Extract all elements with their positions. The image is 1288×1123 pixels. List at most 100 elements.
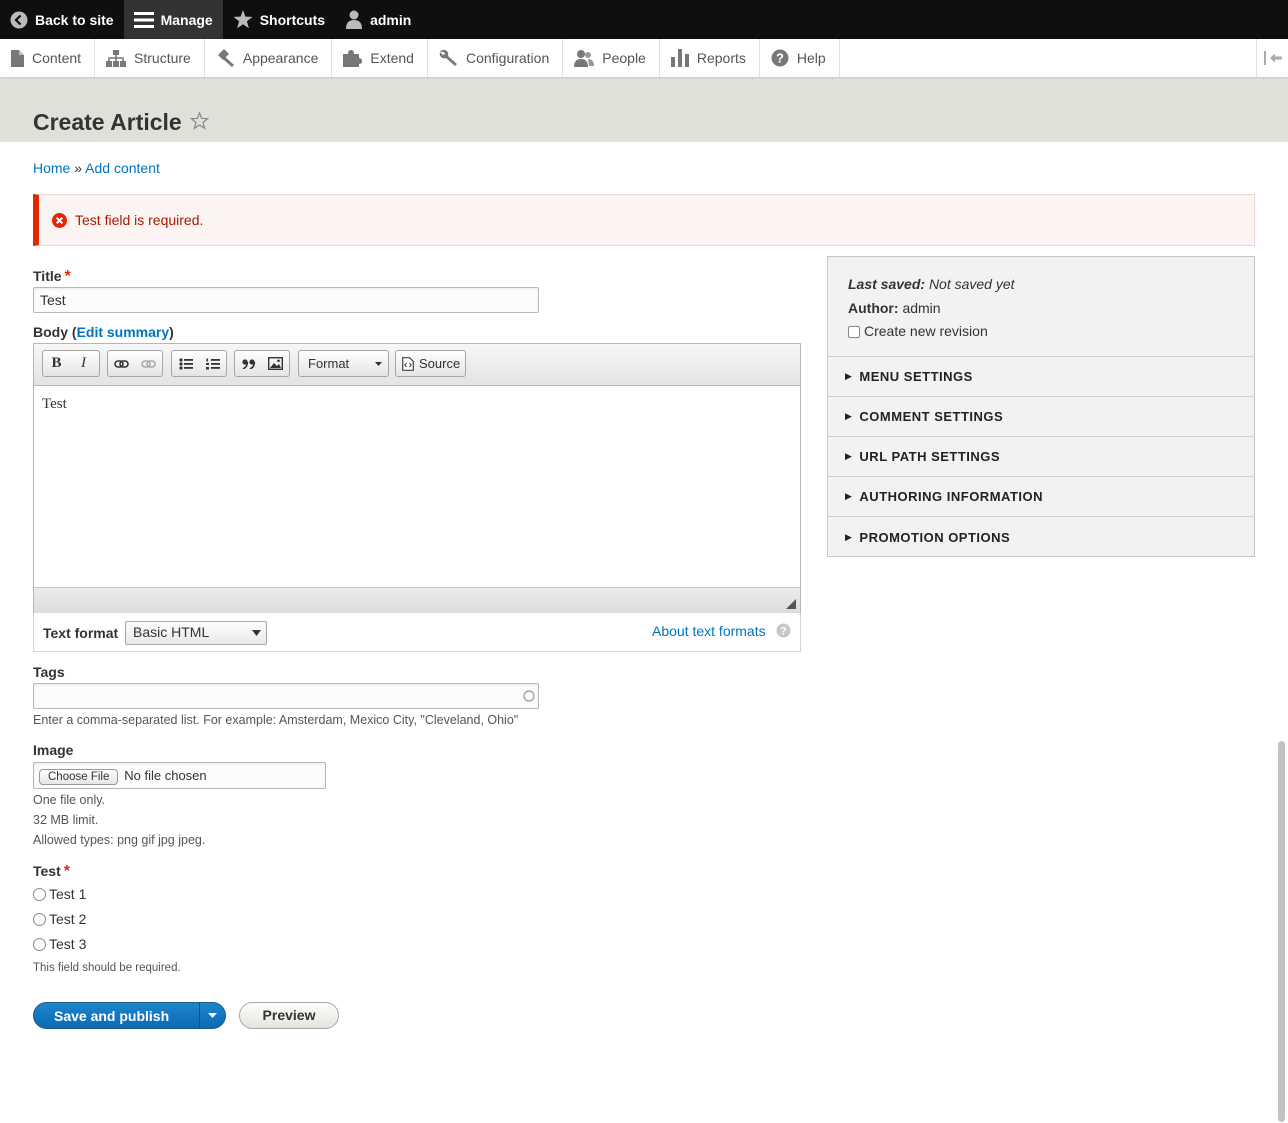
authoring-information-section[interactable]: ▶ AUTHORING INFORMATION: [828, 477, 1254, 517]
image-label: Image: [33, 742, 74, 758]
radio-option-test-2[interactable]: Test 2: [33, 911, 86, 927]
page-title: Create Article: [33, 109, 182, 135]
caret-down-icon: [208, 1013, 217, 1018]
format-dropdown[interactable]: Format: [298, 350, 389, 377]
title-label: Title *: [33, 268, 71, 286]
editor-content[interactable]: Test: [42, 396, 67, 413]
tray-item-reports[interactable]: Reports: [660, 39, 760, 77]
tray-item-label: Appearance: [242, 50, 319, 66]
image-description-types: Allowed types: png gif jpg jpeg.: [33, 833, 206, 847]
manage-tab[interactable]: Manage: [123, 0, 223, 39]
tags-input[interactable]: [33, 683, 539, 709]
image-icon: [268, 357, 283, 370]
shortcut-star-icon[interactable]: [190, 112, 209, 130]
radio-button[interactable]: [33, 887, 46, 901]
blockquote-button[interactable]: [235, 351, 262, 376]
promotion-options-section[interactable]: ▶ PROMOTION OPTIONS: [828, 517, 1254, 557]
required-marker: *: [64, 268, 71, 285]
radio-option-test-3[interactable]: Test 3: [33, 936, 86, 952]
tray-item-label: Structure: [134, 50, 191, 66]
tray-item-appearance[interactable]: Appearance: [205, 39, 333, 77]
radio-option-test-1[interactable]: Test 1: [33, 886, 86, 902]
edit-summary-link[interactable]: Edit summary: [77, 324, 170, 340]
back-to-site-link[interactable]: Back to site: [0, 0, 124, 39]
error-message-text: Test field is required.: [75, 212, 204, 228]
url-path-settings-section[interactable]: ▶ URL PATH SETTINGS: [828, 437, 1254, 477]
title-input-value: Test: [40, 292, 66, 308]
text-format-wrapper: Text format Basic HTML About text format…: [33, 613, 801, 652]
tray-item-configuration[interactable]: Configuration: [428, 39, 564, 77]
select-arrow-icon: [252, 630, 261, 636]
file-icon: [11, 49, 24, 67]
numbered-list-button[interactable]: [199, 351, 226, 376]
page-header: Create Article: [0, 79, 1288, 142]
entity-meta-header: Last saved: Not saved yet Author: admin …: [828, 257, 1254, 357]
tray-item-label: Extend: [370, 50, 414, 66]
tray-item-label: People: [602, 50, 646, 66]
editor-toolbar: B I Format Source: [34, 344, 800, 386]
editor-group-links: [107, 350, 163, 377]
create-revision-checkbox[interactable]: [848, 326, 860, 338]
preview-button[interactable]: Preview: [239, 1002, 339, 1029]
unlink-button[interactable]: [135, 351, 162, 376]
create-revision-row[interactable]: Create new revision: [848, 323, 988, 339]
star-icon: [233, 10, 253, 29]
title-label-text: Title: [33, 268, 62, 284]
page-scrollbar[interactable]: [1278, 741, 1285, 1122]
bulleted-list-button[interactable]: [172, 351, 199, 376]
triangle-right-icon: ▶: [845, 531, 853, 542]
error-icon: [52, 213, 67, 228]
admin-toolbar: Back to site Manage Shortcuts admin: [0, 0, 1288, 39]
author-line: Author: admin: [848, 300, 941, 316]
tray-item-help[interactable]: ? Help: [760, 39, 840, 77]
image-description-size: 32 MB limit.: [33, 813, 99, 827]
comment-settings-section[interactable]: ▶ COMMENT SETTINGS: [828, 397, 1254, 437]
publish-options-toggle[interactable]: [199, 1003, 225, 1028]
tray-item-label: Reports: [696, 50, 746, 66]
author-value: admin: [902, 300, 941, 316]
resize-handle-icon[interactable]: [786, 599, 796, 609]
dropdown-arrow-icon: [375, 362, 382, 366]
triangle-right-icon: ▶: [845, 491, 853, 501]
section-title: MENU SETTINGS: [859, 369, 973, 384]
autocomplete-icon: [523, 690, 535, 702]
save-and-publish-button[interactable]: Save and publish: [33, 1002, 226, 1029]
section-title: PROMOTION OPTIONS: [859, 529, 1011, 545]
about-text-formats-link[interactable]: About text formats: [652, 623, 766, 639]
tray-item-label: Help: [796, 50, 826, 66]
author-label: Author:: [848, 300, 899, 316]
tray-orientation-toggle[interactable]: [1256, 39, 1288, 77]
last-saved-line: Last saved: Not saved yet: [848, 276, 1015, 292]
choose-file-button[interactable]: Choose File: [39, 769, 119, 785]
image-file-field: Choose File No file chosen: [33, 762, 326, 789]
title-input[interactable]: Test: [33, 287, 539, 313]
entity-meta-sidebar: Last saved: Not saved yet Author: admin …: [827, 256, 1255, 557]
image-button[interactable]: [262, 351, 289, 376]
section-title: AUTHORING INFORMATION: [859, 489, 1043, 504]
breadcrumb-home-link[interactable]: Home: [33, 160, 70, 176]
menu-settings-section[interactable]: ▶ MENU SETTINGS: [828, 357, 1254, 397]
help-icon[interactable]: ?: [776, 623, 791, 638]
tray-item-extend[interactable]: Extend: [332, 39, 428, 77]
test-label: Test *: [33, 863, 70, 881]
radio-label: Test 3: [49, 936, 87, 952]
link-button[interactable]: [108, 351, 135, 376]
sitemap-icon: [106, 49, 127, 67]
breadcrumb-add-content-link[interactable]: Add content: [85, 160, 160, 176]
source-button[interactable]: Source: [395, 350, 466, 377]
user-tab[interactable]: admin: [335, 0, 421, 39]
text-format-select[interactable]: Basic HTML: [125, 621, 267, 645]
tray-item-content[interactable]: Content: [0, 39, 96, 77]
tray-item-structure[interactable]: Structure: [95, 39, 205, 77]
body-label: Body (Edit summary): [33, 324, 174, 340]
triangle-right-icon: ▶: [845, 451, 853, 461]
radio-button[interactable]: [33, 937, 46, 951]
bold-button[interactable]: B: [43, 351, 70, 376]
radio-button[interactable]: [33, 912, 46, 926]
unlink-icon: [141, 359, 156, 368]
italic-button[interactable]: I: [70, 351, 97, 376]
svg-text:?: ?: [776, 51, 784, 66]
shortcuts-tab[interactable]: Shortcuts: [223, 0, 335, 39]
source-button-label: Source: [419, 356, 461, 371]
tray-item-people[interactable]: People: [563, 39, 660, 77]
